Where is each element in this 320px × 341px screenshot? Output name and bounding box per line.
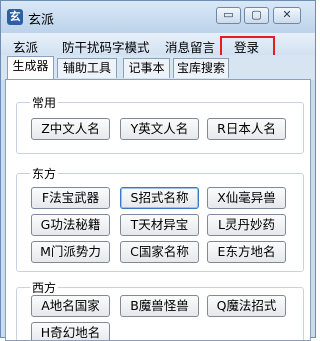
window-title: 玄派	[28, 13, 55, 28]
btn-japanese-name[interactable]: R日本人名	[207, 118, 286, 140]
btn-country-name[interactable]: C国家名称	[120, 241, 199, 263]
btn-martial-manual[interactable]: G功法秘籍	[31, 214, 110, 236]
btn-beast[interactable]: X仙毫异兽	[207, 187, 286, 209]
zen-logo-icon: 玄	[7, 9, 23, 25]
btn-monster[interactable]: B魔兽怪兽	[120, 295, 199, 317]
btn-english-name[interactable]: Y英文人名	[120, 118, 199, 140]
btn-eastern-place[interactable]: E东方地名	[207, 241, 286, 263]
tab-bar: 生成器 辅助工具 记事本 宝库搜索	[1, 55, 315, 80]
minimize-button[interactable]: ▭	[216, 7, 241, 24]
tab-library-search[interactable]: 宝库搜索	[173, 58, 229, 78]
btn-weapon[interactable]: F法宝武器	[31, 187, 110, 209]
menu-messages[interactable]: 消息留言	[165, 37, 215, 56]
title-bar: 玄 玄派 ▭ ▢ ✕	[1, 1, 315, 33]
btn-fantasy-place[interactable]: H奇幻地名	[31, 322, 110, 340]
group-eastern: 东方 F法宝武器 S招式名称 X仙毫异兽 G功法秘籍 T天材异宝 L灵丹妙药 M…	[16, 165, 304, 272]
btn-sect[interactable]: M门派势力	[31, 241, 110, 263]
group-title-western: 西方	[30, 279, 59, 296]
btn-elixir[interactable]: L灵丹妙药	[207, 214, 286, 236]
group-title-eastern: 东方	[30, 165, 59, 182]
group-title-common: 常用	[30, 94, 59, 111]
app-window: 玄 玄派 ▭ ▢ ✕ 玄派 防干扰码字模式 消息留言 登录 生成器 辅助工具 记…	[0, 0, 316, 341]
tab-tools[interactable]: 辅助工具	[57, 58, 117, 78]
close-button[interactable]: ✕	[273, 7, 301, 24]
btn-skill-name[interactable]: S招式名称	[120, 187, 199, 209]
btn-chinese-name[interactable]: Z中文人名	[31, 118, 110, 140]
group-common: 常用 Z中文人名 Y英文人名 R日本人名	[16, 94, 304, 154]
maximize-button[interactable]: ▢	[244, 7, 269, 24]
menu-xuanpai[interactable]: 玄派	[13, 37, 38, 56]
generator-panel: 常用 Z中文人名 Y英文人名 R日本人名 东方 F法宝武器 S招式名称 X仙毫异…	[5, 79, 311, 341]
group-western: 西方 A地名国家 B魔兽怪兽 Q魔法招式 H奇幻地名	[16, 279, 304, 340]
tab-notepad[interactable]: 记事本	[123, 58, 170, 78]
btn-magic-spell[interactable]: Q魔法招式	[207, 295, 286, 317]
btn-place-country[interactable]: A地名国家	[31, 295, 110, 317]
menu-anti-interference-mode[interactable]: 防干扰码字模式	[62, 37, 150, 56]
tab-generator[interactable]: 生成器	[7, 56, 54, 80]
btn-treasure[interactable]: T天材异宝	[120, 214, 199, 236]
